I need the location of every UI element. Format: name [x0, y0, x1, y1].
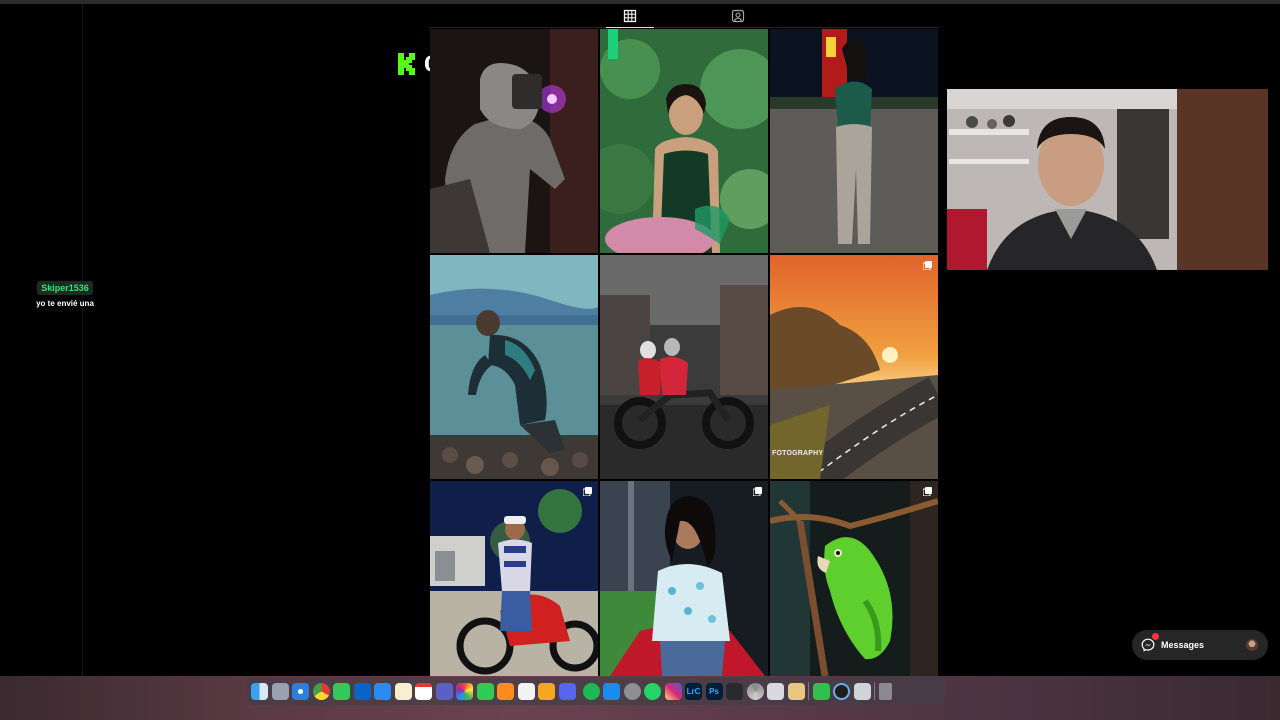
grid-icon[interactable]: [622, 8, 638, 24]
post-image: [770, 29, 938, 253]
dock-separator: [874, 682, 875, 700]
mail-icon[interactable]: [374, 682, 391, 700]
post-woman-green-top[interactable]: [600, 29, 768, 253]
pages-icon[interactable]: [538, 682, 555, 700]
carousel-icon: [583, 487, 592, 496]
photoshop-icon[interactable]: Ps: [705, 682, 723, 700]
spotify-icon[interactable]: [582, 682, 600, 700]
post-woman-floral-shirt[interactable]: [600, 481, 768, 676]
chat-text: yo te envié una: [36, 299, 94, 308]
tagged-icon[interactable]: [730, 8, 746, 24]
instagram-icon[interactable]: [664, 682, 682, 700]
photos-icon[interactable]: [456, 682, 473, 700]
post-man-red-motorcycle[interactable]: [430, 481, 598, 676]
webcam-image: [947, 89, 1268, 270]
post-diver-on-rocks[interactable]: [430, 255, 598, 479]
outlook-icon[interactable]: [353, 682, 371, 700]
notification-badge: [1152, 633, 1159, 640]
post-image: [430, 255, 598, 479]
archive-icon[interactable]: [787, 682, 805, 700]
numbers-icon[interactable]: [812, 682, 830, 700]
trash-icon[interactable]: [878, 682, 892, 700]
webcam-feed: [947, 89, 1268, 270]
teams-icon[interactable]: [435, 682, 453, 700]
lightroom-icon[interactable]: LrC: [685, 682, 702, 700]
whatsapp-icon[interactable]: [644, 682, 661, 700]
post-image: [600, 29, 768, 253]
dock: LrC Ps: [247, 677, 945, 705]
messenger-icon: [1141, 633, 1159, 652]
textedit-icon[interactable]: [517, 682, 535, 700]
post-image: [770, 255, 938, 479]
davinci-icon[interactable]: [726, 682, 743, 700]
messages-icon[interactable]: [333, 682, 350, 700]
notes-icon[interactable]: [394, 682, 412, 700]
post-grid: FOTOGRAPHY: [430, 29, 938, 676]
carousel-icon: [923, 261, 932, 270]
carousel-icon: [923, 487, 932, 496]
post-woman-street-night[interactable]: [770, 29, 938, 253]
screens-icon[interactable]: [853, 682, 871, 700]
post-image: [430, 481, 598, 676]
appstore-icon[interactable]: [603, 682, 620, 700]
facetime-icon[interactable]: [476, 682, 494, 700]
chat-username: Skiper1536: [37, 281, 93, 295]
finder-icon[interactable]: [251, 682, 268, 700]
post-image: [770, 481, 938, 676]
photo-watermark: FOTOGRAPHY: [772, 450, 824, 457]
discord-icon[interactable]: [558, 682, 576, 700]
kick-logo-icon: [398, 53, 415, 75]
messages-label: Messages: [1161, 640, 1205, 650]
books-icon[interactable]: [497, 682, 514, 700]
dock-separator: [808, 682, 809, 700]
post-green-parrot[interactable]: [770, 481, 938, 676]
calendar-icon[interactable]: [415, 682, 432, 700]
avatar: [1246, 639, 1258, 651]
chat-message: Skiper1536 yo te envié una: [30, 278, 100, 308]
tab-active-indicator: [606, 27, 654, 28]
post-sunset-road[interactable]: FOTOGRAPHY: [770, 255, 938, 479]
quicktime-icon[interactable]: [833, 682, 850, 700]
post-motorcycle-riders[interactable]: [600, 255, 768, 479]
profile-tabs: [430, 4, 938, 28]
chrome-dev-icon[interactable]: [746, 682, 764, 700]
messages-button[interactable]: Messages: [1132, 630, 1268, 660]
post-image: [600, 481, 768, 676]
overlay-divider: [82, 4, 83, 676]
launchpad-icon[interactable]: [271, 682, 289, 700]
post-image: [430, 29, 598, 253]
safari-icon[interactable]: [292, 682, 309, 700]
carousel-icon: [753, 487, 762, 496]
post-image: [600, 255, 768, 479]
preview-icon[interactable]: [767, 682, 784, 700]
settings-icon[interactable]: [623, 682, 641, 700]
chrome-icon[interactable]: [312, 682, 330, 700]
post-welder[interactable]: [430, 29, 598, 253]
